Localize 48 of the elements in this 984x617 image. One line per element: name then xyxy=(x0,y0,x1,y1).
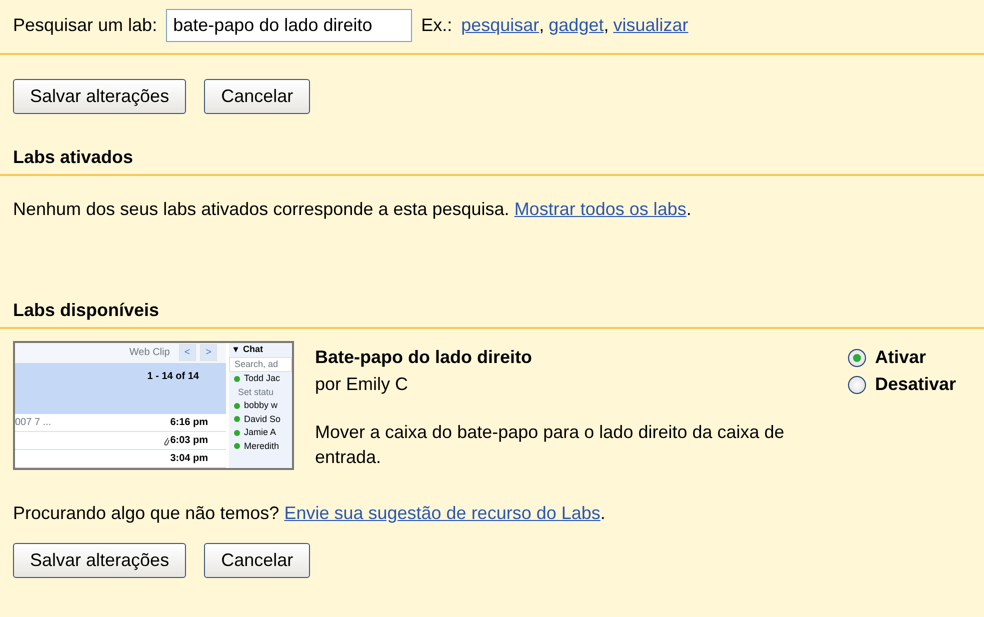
prev-button[interactable]: < xyxy=(178,344,196,362)
save-button[interactable]: Salvar alterações xyxy=(13,79,186,114)
status-dot xyxy=(234,416,240,422)
save-button[interactable]: Salvar alterações xyxy=(13,543,186,578)
examples-label: Ex.: xyxy=(421,14,452,37)
example-link[interactable]: gadget xyxy=(548,12,604,39)
suggestion-link[interactable]: Envie sua sugestão de recurso do Labs xyxy=(284,503,600,523)
message-count: 1 - 14 of 14 xyxy=(147,370,199,384)
comma: , xyxy=(604,14,609,37)
contact-name: David So xyxy=(244,412,281,426)
cancel-button[interactable]: Cancelar xyxy=(204,79,310,114)
example-link[interactable]: pesquisar xyxy=(461,12,540,39)
status-dot xyxy=(234,430,240,436)
contact-name: Meredith xyxy=(244,440,280,452)
cancel-button[interactable]: Cancelar xyxy=(204,543,310,578)
message: Nenhum dos seus labs ativados corresponde a esta pesquisa. Mostrar todos os labs. xyxy=(13,198,692,221)
status-dot xyxy=(234,402,240,409)
search-field[interactable]: bate-papo do lado direito xyxy=(166,9,412,42)
radio-button[interactable] xyxy=(848,348,866,366)
collapse-arrow-icon: ▾ xyxy=(234,343,238,356)
status-dot xyxy=(234,376,240,382)
contact-status: Set statu xyxy=(237,386,275,398)
option-label: Ativar xyxy=(875,346,926,369)
contact-name: Jamie A xyxy=(244,426,276,439)
mail-time: 6:03 pm xyxy=(170,434,208,448)
search-label: Pesquisar um lab: xyxy=(13,14,158,37)
example-link[interactable]: visualizar xyxy=(613,12,688,39)
suggestion-text: Procurando algo que não temos? Envie sua sugestão de recurso do Labs. xyxy=(13,502,606,525)
contact-name: Todd Jac xyxy=(244,372,280,385)
chat-search-field[interactable]: Search, ad xyxy=(229,356,292,372)
show-all-link[interactable]: Mostrar todos os labs xyxy=(514,199,686,219)
contact-name: bobby w xyxy=(244,399,278,412)
status-dot xyxy=(234,443,240,450)
web-clip-label: Web Clip xyxy=(129,346,170,360)
section-title: Labs ativados xyxy=(13,146,134,169)
option-label: Desativar xyxy=(875,373,956,396)
mail-time: 6:16 pm xyxy=(170,416,208,430)
section-title: Labs disponíveis xyxy=(13,299,160,322)
chat-title: Chat xyxy=(243,343,263,356)
radio-button[interactable] xyxy=(848,376,866,394)
next-button[interactable]: > xyxy=(200,344,217,362)
lab-description: Mover a caixa do bate-papo para o lado direito da caixa de entrada. xyxy=(315,421,786,469)
mail-subject: 007 7 ... xyxy=(15,416,52,430)
mail-time: 3:04 pm xyxy=(170,452,208,466)
paperclip-icon xyxy=(163,436,170,446)
lab-author: por Emily C xyxy=(315,373,410,396)
lab-name: Bate-papo do lado direito xyxy=(315,346,534,369)
comma: , xyxy=(539,14,544,37)
